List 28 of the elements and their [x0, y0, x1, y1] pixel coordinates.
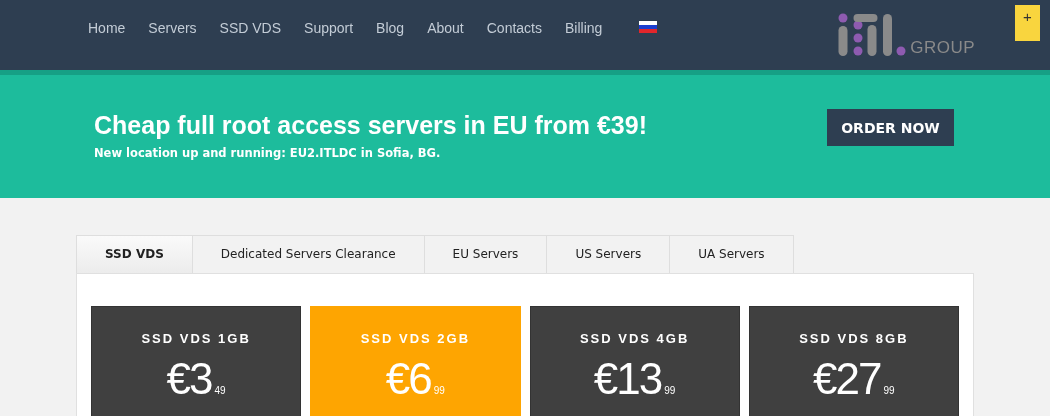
banner-heading: Cheap full root access servers in EU from €39! [94, 111, 648, 140]
plan-price-cents: 99 [664, 385, 676, 396]
nav-link[interactable]: SSD VDS [219, 20, 282, 36]
plan-title: SSD VDS 2GB [359, 331, 472, 346]
plan-price-cents: 49 [214, 385, 226, 396]
plan-price-cents: 99 [883, 385, 895, 396]
plan-title: SSD VDS 4GB [578, 331, 691, 346]
plan-price: €27 [813, 354, 881, 404]
nav-link[interactable]: Blog [376, 20, 405, 36]
tab[interactable]: SSD VDS [76, 235, 193, 273]
nav-link[interactable]: Home [88, 20, 126, 36]
logo-text: GROUP [910, 39, 975, 56]
plan-price: €3 [166, 354, 212, 404]
plan-title: SSD VDS 1GB [140, 331, 252, 346]
flag-icon[interactable] [639, 21, 658, 33]
plan-price: €6 [385, 354, 431, 404]
tab[interactable]: UA Servers [669, 235, 794, 273]
nav-link[interactable]: Contacts [486, 20, 542, 36]
plan-title: SSD VDS 8GB [798, 331, 910, 346]
order-now-button[interactable]: ORDER NOW [827, 109, 954, 146]
plan-price: €13 [593, 354, 662, 404]
nav-link[interactable]: Support [304, 20, 354, 36]
add-tab[interactable]: + [1015, 5, 1040, 41]
banner-subheading: New location up and running: EU2.ITLDC in Sofia, BG. [94, 146, 442, 160]
nav-link[interactable]: About [427, 20, 464, 36]
plan-price-cents: 99 [433, 385, 445, 396]
nav-link[interactable]: Billing [565, 20, 603, 36]
nav-link[interactable]: Servers [148, 20, 197, 36]
